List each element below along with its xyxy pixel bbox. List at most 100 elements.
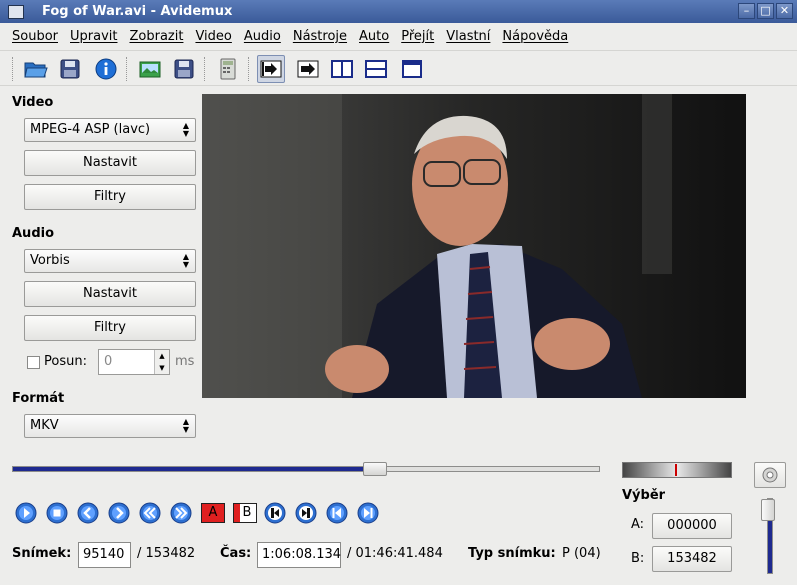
previous-keyframe-icon[interactable] (139, 502, 161, 524)
audio-shift-checkbox[interactable] (27, 356, 40, 369)
toolbar-separator (204, 57, 206, 81)
info-button[interactable] (92, 55, 120, 83)
menu-zobrazit[interactable]: Zobrazit (123, 29, 189, 44)
jog-wheel-icon (762, 467, 778, 483)
menu-audio[interactable]: Audio (238, 29, 287, 44)
selection-a-button[interactable]: 000000 (652, 513, 732, 539)
view-output-button[interactable] (294, 55, 322, 83)
format-section-label: Formát (12, 391, 65, 406)
menu-auto[interactable]: Auto (353, 29, 395, 44)
folder-open-icon (24, 62, 48, 78)
volume-marker (675, 464, 677, 476)
menu-nastroje[interactable]: Nástroje (287, 29, 353, 44)
time-total: / 01:46:41.484 (347, 546, 443, 561)
video-filters-button[interactable]: Filtry (24, 184, 196, 210)
audio-shift-value: 0 (104, 354, 113, 369)
toolbar-separator (248, 57, 250, 81)
view-input-button[interactable] (257, 55, 285, 83)
go-to-end-icon[interactable] (357, 502, 379, 524)
window-icon (402, 60, 422, 78)
previous-frame-icon[interactable] (77, 502, 99, 524)
toolbar-grip (12, 57, 14, 81)
app-icon[interactable] (8, 4, 24, 19)
frame-label: Snímek: (12, 546, 72, 561)
updown-arrow-icon: ▲ ▼ (182, 252, 189, 269)
input-view-icon (260, 60, 282, 78)
next-keyframe-icon[interactable] (170, 502, 192, 524)
floppy-icon (60, 59, 80, 79)
view-top-bottom-button[interactable] (362, 55, 390, 83)
toolbar (0, 50, 797, 86)
menu-bar: Soubor Upravit Zobrazit Video Audio Nást… (0, 23, 797, 49)
calculator-icon (220, 58, 236, 80)
updown-arrow-icon: ▲ ▼ (182, 417, 189, 434)
selection-label: Výběr (622, 488, 666, 503)
go-to-start-icon[interactable] (326, 502, 348, 524)
stop-icon[interactable] (46, 502, 68, 524)
audio-shift-spinbox[interactable]: 0 ▲ ▼ (98, 349, 170, 375)
window-title: Fog of War.avi - Avidemux (42, 4, 233, 19)
view-preview-button[interactable] (398, 55, 426, 83)
window-controls: – □ ✕ (738, 3, 793, 19)
audio-section-label: Audio (12, 226, 55, 241)
video-configure-button[interactable]: Nastavit (24, 150, 196, 176)
save-as-button[interactable] (170, 55, 198, 83)
frame-type-label: Typ snímku: (468, 546, 556, 561)
set-marker-b-button[interactable]: B (233, 503, 257, 523)
calculator-button[interactable] (214, 55, 242, 83)
image-folder-icon (139, 61, 161, 78)
audio-shift-label: Posun: (44, 354, 87, 369)
play-icon[interactable] (15, 502, 37, 524)
video-codec-value: MPEG-4 ASP (lavc) (30, 122, 151, 137)
jog-button[interactable] (754, 462, 786, 488)
maximize-button[interactable]: □ (757, 3, 774, 19)
split-horizontal-icon (365, 60, 387, 78)
minimize-button[interactable]: – (738, 3, 755, 19)
time-input[interactable]: 1:06:08.134 (257, 542, 341, 568)
spin-arrows-icon[interactable]: ▲ ▼ (154, 350, 169, 374)
video-codec-select[interactable]: MPEG-4 ASP (lavc) ▲ ▼ (24, 118, 196, 142)
seek-track[interactable] (12, 466, 600, 472)
view-side-by-side-button[interactable] (328, 55, 356, 83)
go-to-marker-b-icon[interactable] (295, 502, 317, 524)
volume-slider-handle[interactable] (761, 499, 775, 521)
toolbar-separator (126, 57, 128, 81)
open-button[interactable] (22, 55, 50, 83)
floppy-icon (174, 59, 194, 79)
next-frame-icon[interactable] (108, 502, 130, 524)
audio-codec-select[interactable]: Vorbis ▲ ▼ (24, 249, 196, 273)
menu-napoveda[interactable]: Nápověda (496, 29, 574, 44)
title-bar: Fog of War.avi - Avidemux – □ ✕ (0, 0, 797, 23)
menu-video[interactable]: Video (189, 29, 237, 44)
frame-input[interactable]: 95140 (78, 542, 131, 568)
menu-upravit[interactable]: Upravit (64, 29, 123, 44)
seek-handle[interactable] (363, 462, 388, 476)
selection-b-button[interactable]: 153482 (652, 546, 732, 572)
close-button[interactable]: ✕ (776, 3, 793, 19)
audio-codec-value: Vorbis (30, 253, 70, 268)
audio-filters-button[interactable]: Filtry (24, 315, 196, 341)
frame-type-value: P (04) (562, 546, 601, 561)
split-vertical-icon (331, 60, 353, 78)
go-to-marker-a-icon[interactable] (264, 502, 286, 524)
video-preview (202, 94, 746, 398)
seek-progress (13, 467, 377, 471)
format-value: MKV (30, 418, 59, 433)
video-frame-illustration (202, 94, 746, 398)
time-label: Čas: (220, 546, 252, 561)
audio-configure-button[interactable]: Nastavit (24, 281, 196, 307)
open-image-button[interactable] (136, 55, 164, 83)
menu-vlastni[interactable]: Vlastní (440, 29, 496, 44)
frame-total: / 153482 (137, 546, 196, 561)
save-button[interactable] (56, 55, 84, 83)
selection-b-label: B: (631, 551, 645, 566)
audio-shift-unit: ms (175, 354, 195, 369)
volume-meter[interactable] (622, 462, 732, 478)
selection-a-label: A: (631, 517, 645, 532)
menu-prejit[interactable]: Přejít (395, 29, 440, 44)
updown-arrow-icon: ▲ ▼ (182, 121, 189, 138)
output-view-icon (297, 60, 319, 78)
set-marker-a-button[interactable]: A (201, 503, 225, 523)
menu-soubor[interactable]: Soubor (6, 29, 64, 44)
format-select[interactable]: MKV ▲ ▼ (24, 414, 196, 438)
